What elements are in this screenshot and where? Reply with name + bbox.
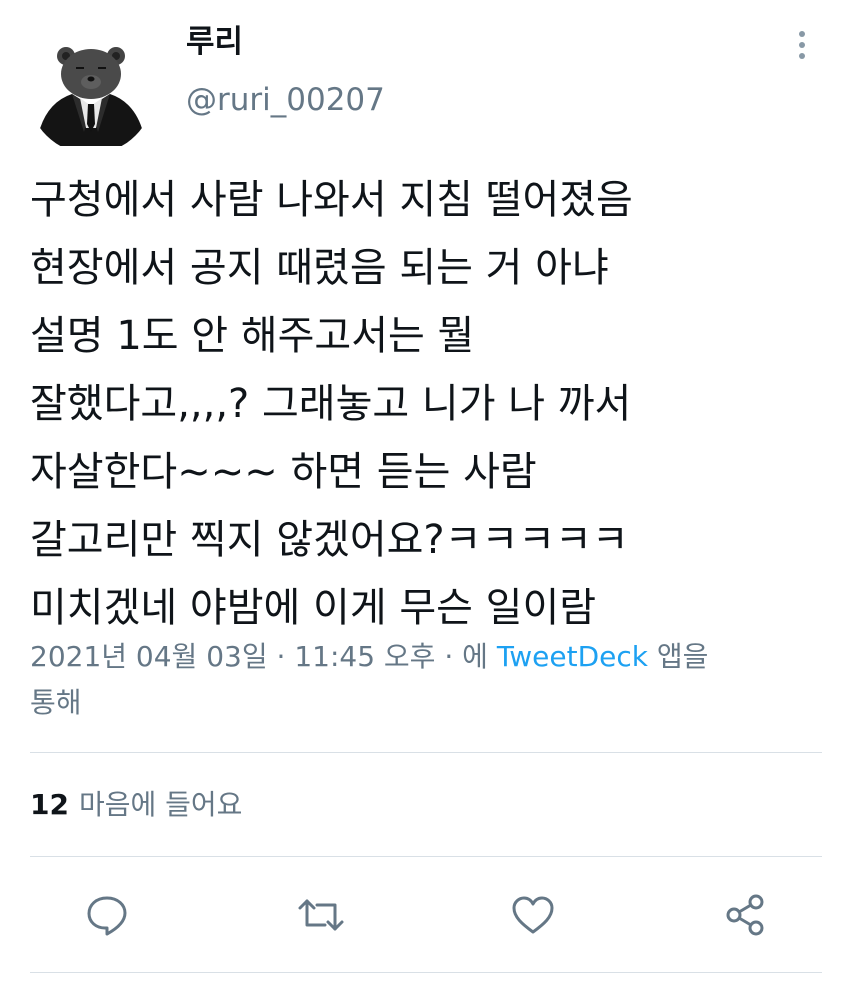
divider <box>30 752 822 753</box>
speech-bubble-icon <box>87 896 127 936</box>
vertical-ellipsis-icon <box>799 31 805 59</box>
user-handle[interactable]: @ruri_00207 <box>186 80 385 120</box>
tweet-text-line: 미치겠네 야밤에 이게 무슨 일이람 <box>30 585 597 631</box>
tweet-text: 구청에서 사람 나와서 지침 떨어졌음 현장에서 공지 때렸음 되는 거 아냐 … <box>30 166 830 642</box>
source-app-link[interactable]: TweetDeck <box>497 640 648 673</box>
retweet-button[interactable] <box>296 890 346 940</box>
tweet-text-line: 구청에서 사람 나와서 지침 떨어졌음 <box>30 177 633 223</box>
heart-icon <box>512 896 554 934</box>
retweet-arrows-icon <box>298 899 344 931</box>
divider <box>30 972 822 973</box>
via-suffix-line2: 통해 <box>30 686 82 719</box>
tweet-text-line: 현장에서 공지 때렸음 되는 거 아냐 <box>30 245 609 291</box>
reply-button[interactable] <box>82 890 132 940</box>
likes-count: 12 <box>30 788 69 821</box>
tweet-time[interactable]: 11:45 오후 <box>294 640 435 673</box>
meta-separator: · <box>435 640 463 673</box>
bear-in-suit-icon <box>36 47 146 146</box>
avatar[interactable] <box>28 28 154 154</box>
divider <box>30 856 822 857</box>
tweet-text-line: 잘했다고,,,,? 그래놓고 니가 나 까서 <box>30 381 632 427</box>
likes-label: 마음에 들어요 <box>78 788 243 821</box>
tweet-metadata: 2021년 04월 03일 · 11:45 오후 · 에 TweetDeck 앱… <box>30 634 820 726</box>
tweet-text-line: 갈고리만 찍지 않겠어요?ㅋㅋㅋㅋㅋ <box>30 517 629 563</box>
like-button[interactable] <box>508 890 558 940</box>
more-options-button[interactable] <box>786 20 818 70</box>
share-button[interactable] <box>720 890 770 940</box>
tweet-text-line: 설명 1도 안 해주고서는 뭘 <box>30 313 475 359</box>
meta-separator: · <box>267 640 295 673</box>
via-suffix: 앱을 <box>648 640 709 673</box>
share-nodes-icon <box>726 894 764 936</box>
display-name[interactable]: 루리 <box>186 22 243 62</box>
tweet-text-line: 자살한다~~~ 하면 듣는 사람 <box>30 449 537 495</box>
likes-summary[interactable]: 12 마음에 들어요 <box>30 780 242 830</box>
tweet-date[interactable]: 2021년 04월 03일 <box>30 640 268 673</box>
via-prefix: 에 <box>462 640 497 673</box>
